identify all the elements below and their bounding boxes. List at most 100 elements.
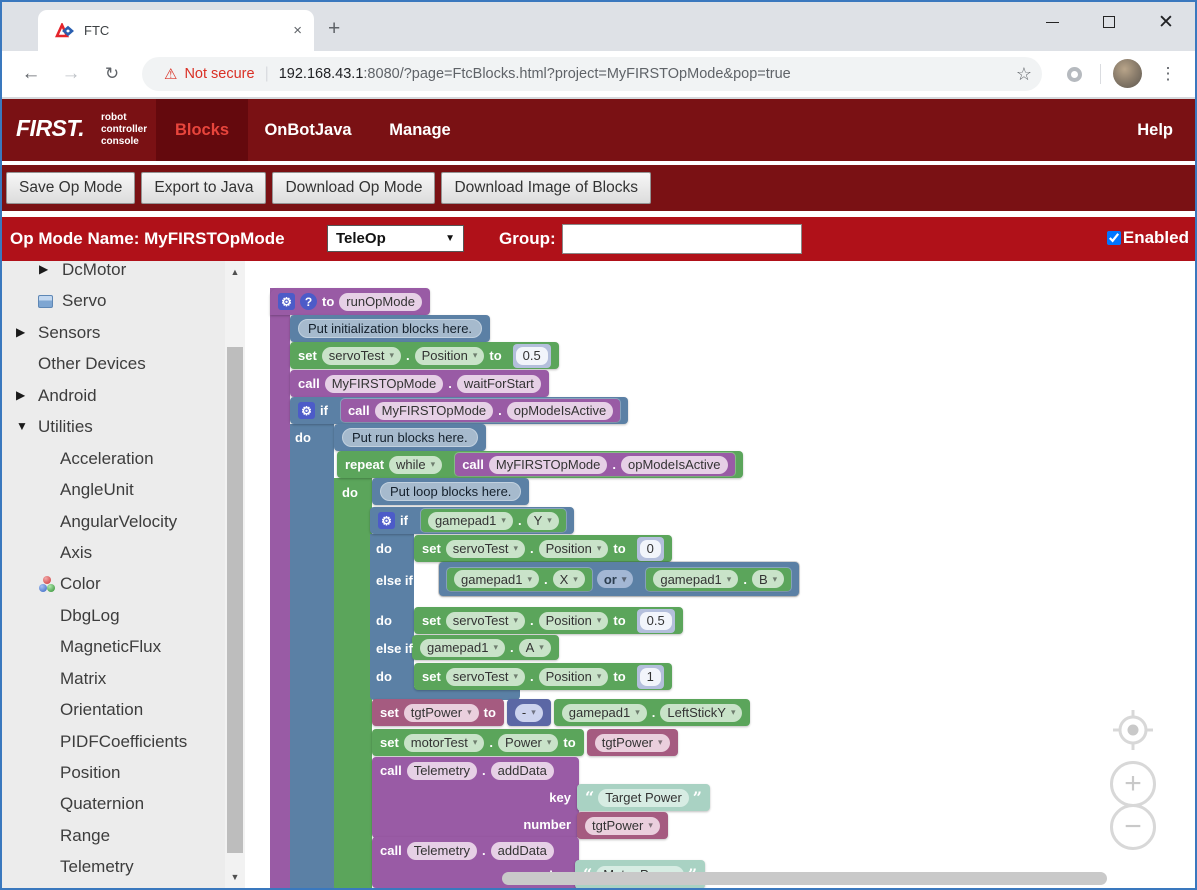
toolbox-item-axis[interactable]: Axis	[2, 537, 225, 568]
toolbox-item-orientation[interactable]: Orientation	[2, 694, 225, 725]
toolbox-item-range[interactable]: Range	[2, 820, 225, 851]
comment-block-loop[interactable]: Put loop blocks here.	[372, 478, 529, 505]
button-dropdown[interactable]: A	[519, 639, 551, 657]
gamepad-y-block[interactable]: gamepad1 . Y	[421, 509, 566, 532]
window-minimize-button[interactable]	[1029, 2, 1075, 42]
variable-dropdown[interactable]: tgtPower	[595, 734, 670, 752]
set-motor-power-row[interactable]: set motorTest . Power to tgtPower	[372, 729, 678, 756]
toolbox-item-other-devices[interactable]: Other Devices	[2, 348, 225, 379]
toolbox-item-quaternion[interactable]: Quaternion	[2, 788, 225, 819]
toolbox-item-sensors[interactable]: ▶Sensors	[2, 317, 225, 348]
button-dropdown[interactable]: Y	[527, 512, 559, 530]
toolbox-item-position[interactable]: Position	[2, 757, 225, 788]
save-opmode-button[interactable]: Save Op Mode	[6, 172, 135, 204]
method-field[interactable]: addData	[491, 842, 554, 860]
property-dropdown[interactable]: Position	[539, 540, 609, 558]
download-opmode-button[interactable]: Download Op Mode	[272, 172, 435, 204]
gear-icon[interactable]: ⚙	[378, 512, 395, 529]
not-secure-label[interactable]: Not secure	[184, 66, 254, 82]
axis-dropdown[interactable]: LeftStickY	[660, 704, 742, 722]
property-dropdown[interactable]: Position	[539, 612, 609, 630]
number-value[interactable]: 0	[640, 540, 661, 558]
gamepad-b-block[interactable]: gamepad1 . B	[646, 568, 791, 591]
variable-dropdown[interactable]: tgtPower	[404, 704, 479, 722]
toolbox-item-utilities[interactable]: ▼Utilities	[2, 411, 225, 442]
repeat-while-block[interactable]: repeat while call MyFIRSTOpMode . opMode…	[337, 451, 743, 478]
set-servo-position-block[interactable]: set servoTest . Position to 0.5	[414, 607, 683, 634]
servo-dropdown[interactable]: servoTest	[446, 612, 525, 630]
method-field[interactable]: addData	[491, 762, 554, 780]
flavor-select[interactable]: TeleOp ▼	[327, 225, 464, 252]
opmode-field[interactable]: MyFIRSTOpMode	[325, 375, 444, 393]
text-value[interactable]: Target Power	[598, 789, 689, 807]
toolbox-item-color[interactable]: Color	[2, 568, 225, 599]
number-shadow-block[interactable]: 0	[637, 537, 664, 561]
logic-operator-dropdown[interactable]: or	[597, 570, 634, 588]
scrollbar-down-arrow[interactable]: ▼	[225, 868, 245, 886]
profile-avatar[interactable]	[1113, 59, 1142, 88]
set-servo-position-block[interactable]: set servoTest . Position to 0.5	[290, 342, 559, 369]
zoom-to-fit-button[interactable]	[1111, 708, 1155, 752]
export-to-java-button[interactable]: Export to Java	[141, 172, 266, 204]
enabled-toggle[interactable]: Enabled	[1107, 228, 1189, 248]
tab-close-icon[interactable]: ×	[293, 22, 302, 39]
if-block-header[interactable]: ⚙ if call MyFIRSTOpMode . opModeIsActive	[290, 397, 628, 424]
motor-dropdown[interactable]: motorTest	[404, 734, 485, 752]
group-input[interactable]	[562, 224, 802, 254]
negate-dropdown[interactable]: -	[515, 704, 543, 722]
telemetry-adddata-block[interactable]: call Telemetry . addData key number	[372, 757, 579, 838]
inner-if-block-spine[interactable]	[370, 534, 414, 687]
number-shadow-block[interactable]: 0.5	[637, 609, 675, 633]
repeat-block-spine[interactable]	[334, 478, 372, 888]
scrollbar-thumb[interactable]	[227, 347, 243, 853]
set-servo-position-block[interactable]: set servoTest . Position to 1	[414, 663, 672, 690]
repeat-mode-dropdown[interactable]: while	[389, 456, 442, 474]
blockly-workspace[interactable]: ⚙ ? to runOpMode Put initialization bloc…	[245, 261, 1195, 888]
gamepad-x-block[interactable]: gamepad1 . X	[447, 568, 592, 591]
property-dropdown[interactable]: Position	[539, 668, 609, 686]
toolbox-item-angularvelocity[interactable]: AngularVelocity	[2, 506, 225, 537]
nav-tab-onbotjava[interactable]: OnBotJava	[260, 99, 356, 161]
variable-get-block[interactable]: tgtPower	[587, 729, 678, 756]
inner-if-block-header[interactable]: ⚙ if gamepad1 . Y	[370, 507, 574, 534]
gear-icon[interactable]: ⚙	[278, 293, 295, 310]
not-secure-warning-icon[interactable]: ⚠	[164, 65, 177, 83]
reload-button[interactable]: ↻	[98, 60, 126, 88]
call-waitforstart-block[interactable]: call MyFIRSTOpMode . waitForStart	[290, 370, 549, 397]
set-motor-power-block[interactable]: set motorTest . Power to	[372, 729, 584, 756]
comment-block-init[interactable]: Put initialization blocks here.	[290, 315, 490, 342]
or-logic-block[interactable]: gamepad1 . X or gamepad1 . B	[439, 562, 799, 596]
back-button[interactable]: ←	[17, 60, 45, 88]
if-block-spine[interactable]	[290, 424, 334, 888]
toolbox-item-servo[interactable]: Servo	[2, 285, 225, 316]
telemetry-field[interactable]: Telemetry	[407, 762, 477, 780]
forward-button[interactable]: →	[57, 60, 85, 88]
toolbox-item-acceleration[interactable]: Acceleration	[2, 443, 225, 474]
property-dropdown[interactable]: Position	[415, 347, 485, 365]
toolbox-item-angleunit[interactable]: AngleUnit	[2, 474, 225, 505]
gamepad-a-block[interactable]: gamepad1 . A	[412, 635, 559, 660]
toolbox-scrollbar[interactable]: ▲ ▼	[225, 261, 245, 888]
number-shadow-block[interactable]: 1	[637, 665, 664, 689]
call-opmodeisactive-block[interactable]: call MyFIRSTOpMode . opModeIsActive	[341, 399, 620, 422]
toolbox-item-dcmotor[interactable]: ▶DcMotor	[2, 261, 225, 285]
servo-dropdown[interactable]: servoTest	[322, 347, 401, 365]
method-field[interactable]: waitForStart	[457, 375, 541, 393]
variable-get-block[interactable]: tgtPower	[577, 812, 668, 839]
zoom-in-button[interactable]: +	[1110, 761, 1156, 807]
number-value[interactable]: 1	[640, 668, 661, 686]
question-icon[interactable]: ?	[300, 293, 317, 310]
property-dropdown[interactable]: Power	[498, 734, 558, 752]
button-dropdown[interactable]: B	[752, 570, 784, 588]
chrome-menu-icon[interactable]: ⋮	[1154, 60, 1182, 88]
runopmode-block-spine[interactable]	[270, 288, 290, 888]
telemetry-field[interactable]: Telemetry	[407, 842, 477, 860]
method-field[interactable]: opModeIsActive	[507, 402, 614, 420]
servo-dropdown[interactable]: servoTest	[446, 540, 525, 558]
negate-block[interactable]: -	[507, 699, 551, 726]
window-close-button[interactable]: ✕	[1143, 2, 1189, 42]
gear-icon[interactable]: ⚙	[298, 402, 315, 419]
download-image-button[interactable]: Download Image of Blocks	[441, 172, 651, 204]
set-tgtpower-row[interactable]: set tgtPower to - gamepad1 . LeftStickY	[372, 699, 750, 726]
toolbox-item-matrix[interactable]: Matrix	[2, 663, 225, 694]
